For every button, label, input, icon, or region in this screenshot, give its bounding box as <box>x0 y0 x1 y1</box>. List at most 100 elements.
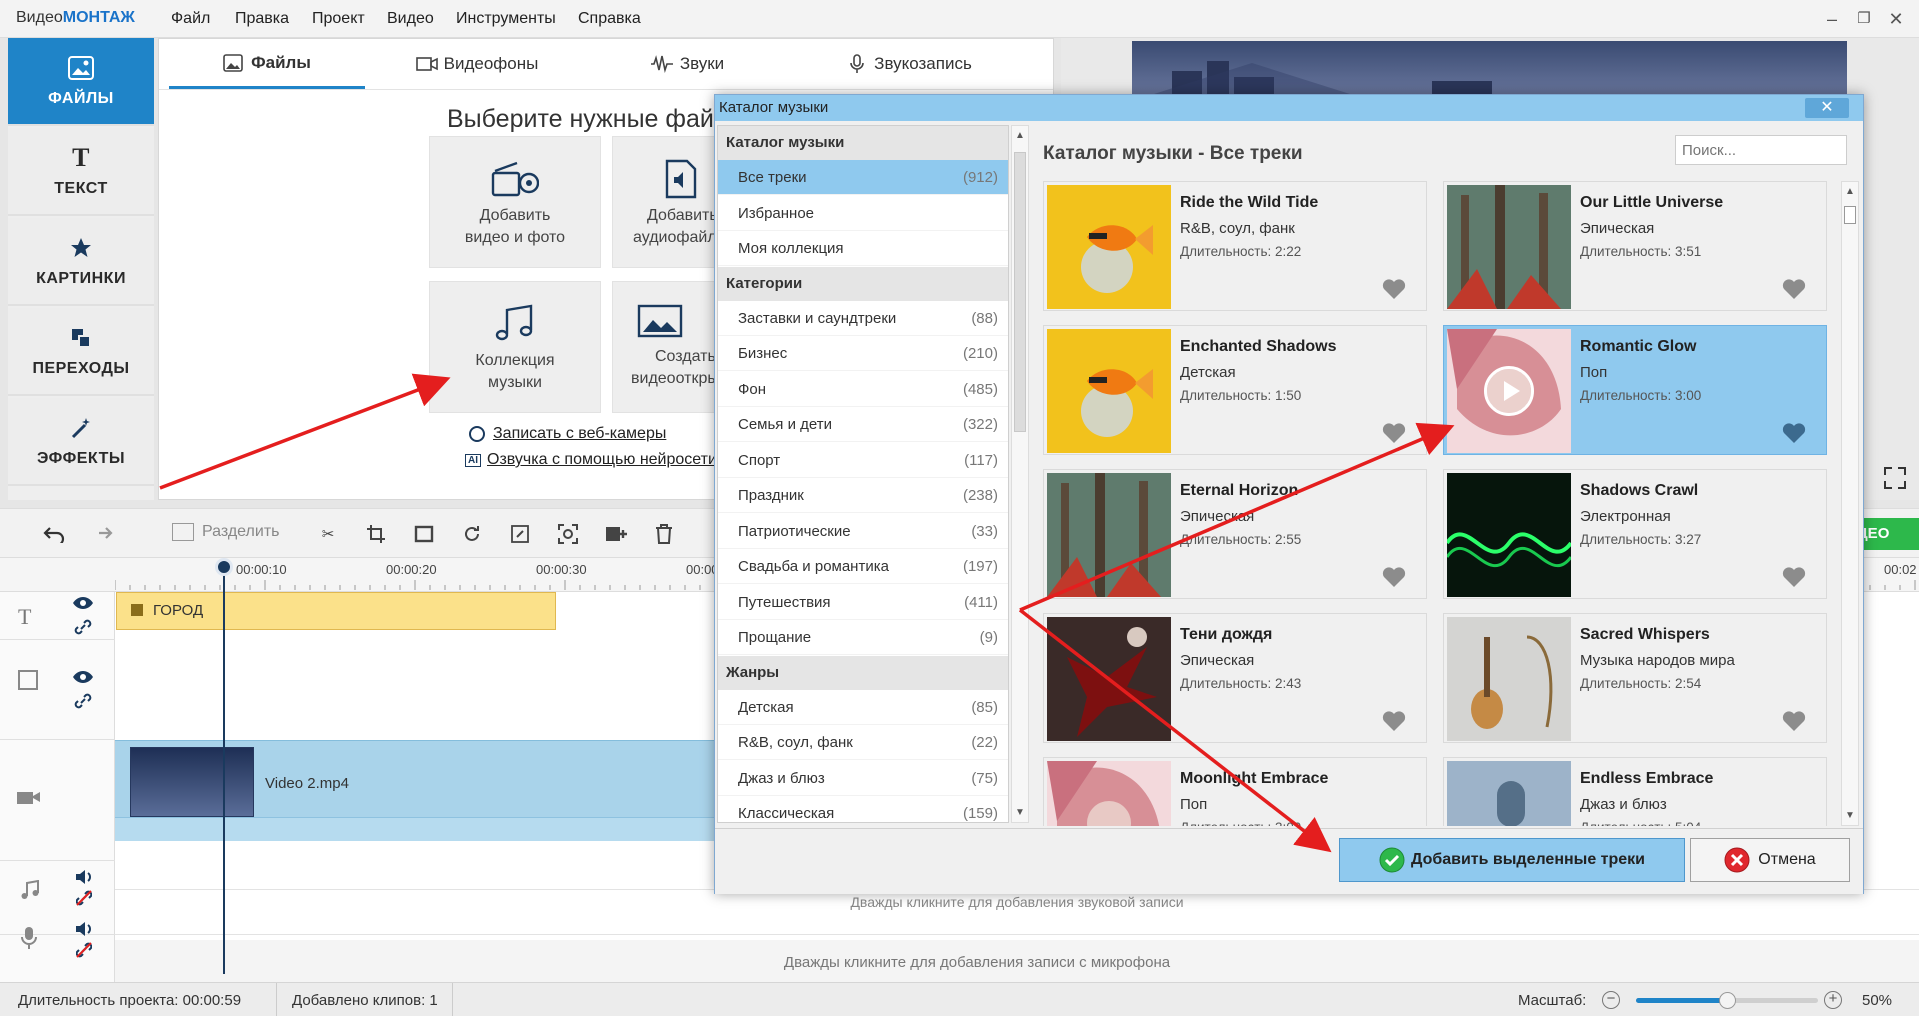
track-card[interactable]: Endless Embrace Джаз и блюз Длительность: … <box>1443 757 1827 826</box>
menu-file[interactable]: Файл <box>171 10 210 28</box>
play-icon[interactable] <box>1484 366 1534 416</box>
category-item[interactable]: Заставки и саундтреки (88) <box>718 301 1008 336</box>
volume-icon[interactable] <box>74 920 94 938</box>
menu-edit[interactable]: Правка <box>235 10 289 28</box>
link-icon[interactable] <box>74 618 92 636</box>
track-card[interactable]: Ride the Wild Tide R&B, соул, фанк Длитель… <box>1043 181 1427 311</box>
close-icon[interactable]: ✕ <box>1883 8 1909 30</box>
eye-icon[interactable] <box>72 596 94 610</box>
music-collection-tile[interactable]: Коллекция музыки <box>429 281 601 413</box>
link-icon[interactable] <box>74 692 92 710</box>
track-card[interactable]: Romantic Glow Поп Длительность: 3:00 <box>1443 325 1827 455</box>
category-item[interactable]: Моя коллекция <box>718 231 1008 266</box>
heart-icon[interactable] <box>1782 710 1806 732</box>
menu-video[interactable]: Видео <box>387 10 434 28</box>
category-item[interactable]: Все треки (912) <box>718 160 1008 195</box>
menu-tools[interactable]: Инструменты <box>456 10 556 28</box>
zoom-in-icon[interactable]: + <box>1824 991 1842 1009</box>
zoom-slider[interactable] <box>1636 992 1818 1009</box>
scrollbar-thumb[interactable] <box>1844 206 1856 224</box>
category-item[interactable]: Праздник (238) <box>718 478 1008 513</box>
category-item[interactable]: Путешествия (411) <box>718 585 1008 620</box>
ai-voiceover-link[interactable]: Озвучка с помощью нейросети <box>487 451 715 469</box>
split-button[interactable]: Разделить <box>172 523 279 541</box>
category-item[interactable]: Бизнес (210) <box>718 336 1008 371</box>
sidebar-item-transitions[interactable]: ПЕРЕХОДЫ <box>8 308 154 396</box>
cut-icon[interactable]: ✂ <box>314 521 342 547</box>
category-item[interactable]: Свадьба и романтика (197) <box>718 549 1008 584</box>
create-video-card-tile[interactable]: Создать видеооткрытку <box>612 281 718 413</box>
webcam-record-link-row[interactable]: Записать с веб-камеры <box>469 425 666 443</box>
webcam-record-link[interactable]: Записать с веб-камеры <box>493 425 666 443</box>
category-item[interactable]: Прощание (9) <box>718 620 1008 655</box>
heart-icon[interactable] <box>1382 710 1406 732</box>
heart-icon[interactable] <box>1782 566 1806 588</box>
scroll-up-icon[interactable]: ▲ <box>1015 130 1025 141</box>
category-scrollbar[interactable]: ▲ ▼ <box>1011 125 1029 823</box>
track-card[interactable]: Our Little Universe Эпическая Длительность… <box>1443 181 1827 311</box>
add-video-photo-tile[interactable]: Добавить видео и фото <box>429 136 601 268</box>
text-clip[interactable]: ГОРОД <box>116 592 556 630</box>
track-grid-scrollbar[interactable]: ▲ ▼ <box>1841 181 1859 826</box>
track-card[interactable]: Eternal Horizon Эпическая Длительность: 2:… <box>1043 469 1427 599</box>
dialog-close-icon[interactable]: ✕ <box>1805 98 1849 118</box>
search-input[interactable] <box>1675 135 1847 165</box>
category-item[interactable]: Семья и дети (322) <box>718 407 1008 442</box>
fullscreen-icon[interactable] <box>1883 466 1907 490</box>
track-card[interactable]: Shadows Crawl Электронная Длительность: 3:… <box>1443 469 1827 599</box>
track-card[interactable]: Sacred Whispers Музыка народов мира Длител… <box>1443 613 1827 743</box>
zoom-slider-handle[interactable] <box>1719 992 1736 1009</box>
tab-files[interactable]: Файлы <box>169 39 365 89</box>
category-item[interactable]: Патриотические (33) <box>718 514 1008 549</box>
scrollbar-thumb[interactable] <box>1014 152 1026 432</box>
enhance-icon[interactable] <box>506 521 534 547</box>
crop-icon[interactable] <box>362 521 390 547</box>
sidebar-item-pictures[interactable]: КАРТИНКИ <box>8 218 154 306</box>
ai-voiceover-link-row[interactable]: AI Озвучка с помощью нейросети <box>465 451 715 469</box>
menu-help[interactable]: Справка <box>578 10 641 28</box>
category-item[interactable]: Избранное <box>718 196 1008 231</box>
sidebar-item-files[interactable]: ФАЙЛЫ <box>8 38 154 126</box>
video-clip-label[interactable]: Video 2.mp4 <box>265 775 349 792</box>
link-off-icon[interactable] <box>75 890 93 906</box>
track-card[interactable]: Moonlight Embrace Поп Длительность: 3:00 <box>1043 757 1427 826</box>
heart-icon[interactable] <box>1782 278 1806 300</box>
add-audio-tile[interactable]: Добавить аудиофайлы <box>612 136 718 268</box>
eye-icon[interactable] <box>72 670 94 684</box>
category-item[interactable]: R&B, соул, фанк (22) <box>718 725 1008 760</box>
tab-sounds[interactable]: Звуки <box>589 39 785 89</box>
tab-voice-recording[interactable]: Звукозапись <box>799 39 1019 89</box>
menu-project[interactable]: Проект <box>312 10 365 28</box>
heart-icon[interactable] <box>1382 566 1406 588</box>
add-selected-tracks-button[interactable]: Добавить выделенные треки <box>1339 838 1685 882</box>
audio-track-hint[interactable]: Дважды кликните для добавления звуковой … <box>115 894 1919 910</box>
volume-icon[interactable] <box>74 868 94 886</box>
maximize-icon[interactable]: ❐ <box>1851 8 1877 30</box>
category-item[interactable]: Детская (85) <box>718 690 1008 725</box>
tab-video-backgrounds[interactable]: Видеофоны <box>379 39 575 89</box>
delete-icon[interactable] <box>650 521 678 547</box>
sidebar-item-text[interactable]: T ТЕКСТ <box>8 128 154 216</box>
heart-icon[interactable] <box>1382 422 1406 444</box>
track-card[interactable]: Тени дождя Эпическая Длительность: 2:43 <box>1043 613 1427 743</box>
add-clip-icon[interactable] <box>602 521 630 547</box>
mic-track-hint[interactable]: Дважды кликните для добавления записи с … <box>115 954 1839 971</box>
minimize-icon[interactable]: – <box>1819 8 1845 30</box>
category-item[interactable]: Спорт (117) <box>718 443 1008 478</box>
track-card[interactable]: Enchanted Shadows Детская Длительность: 1:… <box>1043 325 1427 455</box>
zoom-out-icon[interactable]: − <box>1602 991 1620 1009</box>
heart-icon[interactable] <box>1782 422 1806 444</box>
stabilize-icon[interactable] <box>554 521 582 547</box>
undo-icon[interactable] <box>40 521 68 547</box>
category-item[interactable]: Классическая (159) <box>718 796 1008 822</box>
scroll-up-icon[interactable]: ▲ <box>1845 186 1855 197</box>
link-off-icon[interactable] <box>75 942 93 958</box>
sidebar-item-effects[interactable]: ЭФФЕКТЫ <box>8 398 154 486</box>
playhead-handle[interactable] <box>215 558 233 576</box>
playhead[interactable] <box>223 562 225 974</box>
category-item[interactable]: Джаз и блюз (75) <box>718 761 1008 796</box>
frame-icon[interactable] <box>410 521 438 547</box>
category-item[interactable]: Фон (485) <box>718 372 1008 407</box>
redo-icon[interactable] <box>88 521 116 547</box>
rotate-icon[interactable] <box>458 521 486 547</box>
